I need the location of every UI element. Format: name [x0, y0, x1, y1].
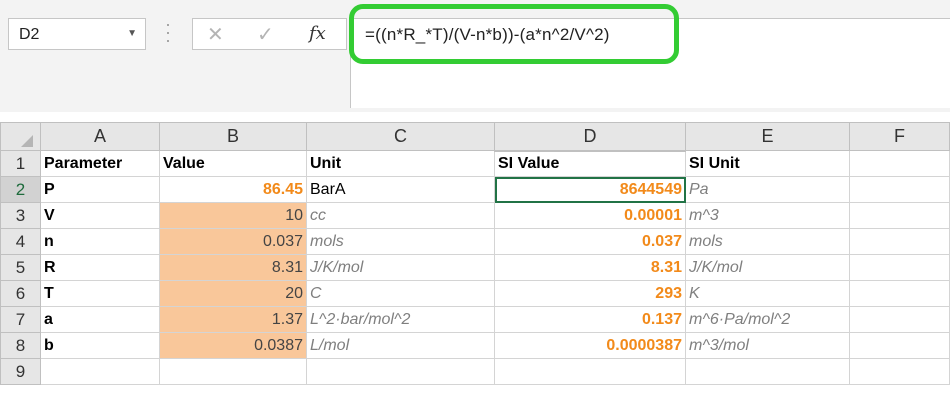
cell-c8[interactable]: L/mol [306, 332, 495, 359]
table-row: 1 Parameter Value Unit SI Value SI Unit [0, 150, 950, 177]
formula-toolbar: D2 ▼ · · · ✕ ✓ fx =((n*R_*T)/(V-n*b))-(a*n… [0, 0, 950, 112]
name-box-value: D2 [19, 26, 40, 43]
cell-c7[interactable]: L^2·bar/mol^2 [306, 306, 495, 333]
cell-f3[interactable] [849, 202, 950, 229]
cell-e5[interactable]: J/K/mol [685, 254, 850, 281]
table-row: 9 [0, 358, 950, 385]
cell-a6[interactable]: T [40, 280, 160, 307]
cancel-icon[interactable]: ✕ [207, 22, 224, 47]
column-header-e[interactable]: E [685, 122, 850, 151]
row-header[interactable]: 8 [0, 332, 41, 359]
cell-d3[interactable]: 0.00001 [494, 202, 686, 229]
cell-c5[interactable]: J/K/mol [306, 254, 495, 281]
enter-icon[interactable]: ✓ [257, 22, 274, 47]
cell-c2[interactable]: BarA [306, 176, 495, 203]
cell-f6[interactable] [849, 280, 950, 307]
cell-d2[interactable]: 8644549 [494, 176, 686, 203]
row-header[interactable]: 5 [0, 254, 41, 281]
cell-a5[interactable]: R [40, 254, 160, 281]
cell-f7[interactable] [849, 306, 950, 333]
drag-handle-icon[interactable]: · · · [165, 15, 171, 49]
column-header-a[interactable]: A [40, 122, 160, 151]
cell-e3[interactable]: m^3 [685, 202, 850, 229]
cell-d8[interactable]: 0.0000387 [494, 332, 686, 359]
name-box[interactable]: D2 ▼ [8, 18, 146, 50]
cell-e1[interactable]: SI Unit [685, 150, 850, 177]
cell-d4[interactable]: 0.037 [494, 228, 686, 255]
cell-b7[interactable]: 1.37 [159, 306, 307, 333]
formula-buttons: ✕ ✓ fx [192, 18, 347, 50]
row-header[interactable]: 4 [0, 228, 41, 255]
cell-e8[interactable]: m^3/mol [685, 332, 850, 359]
table-row: 3 V 10 cc 0.00001 m^3 [0, 202, 950, 229]
cell-b1[interactable]: Value [159, 150, 307, 177]
cell-a8[interactable]: b [40, 332, 160, 359]
table-row: 6 T 20 C 293 K [0, 280, 950, 307]
cell-f8[interactable] [849, 332, 950, 359]
cell-d7[interactable]: 0.137 [494, 306, 686, 333]
cell-b8[interactable]: 0.0387 [159, 332, 307, 359]
column-header-row: A B C D E F [0, 122, 950, 152]
cell-d1[interactable]: SI Value [494, 150, 686, 177]
column-header-b[interactable]: B [159, 122, 307, 151]
row-header[interactable]: 3 [0, 202, 41, 229]
cell-b5[interactable]: 8.31 [159, 254, 307, 281]
cell-c3[interactable]: cc [306, 202, 495, 229]
row-header[interactable]: 9 [0, 358, 41, 385]
cell-a9[interactable] [40, 358, 160, 385]
table-row: 8 b 0.0387 L/mol 0.0000387 m^3/mol [0, 332, 950, 359]
spreadsheet-grid: A B C D E F 1 Parameter Value Unit SI Va… [0, 122, 950, 385]
cell-d9[interactable] [494, 358, 686, 385]
table-row: 4 n 0.037 mols 0.037 mols [0, 228, 950, 255]
cell-f5[interactable] [849, 254, 950, 281]
cell-c6[interactable]: C [306, 280, 495, 307]
table-row: 7 a 1.37 L^2·bar/mol^2 0.137 m^6·Pa/mol^… [0, 306, 950, 333]
cell-e2[interactable]: Pa [685, 176, 850, 203]
cell-a7[interactable]: a [40, 306, 160, 333]
cell-d6[interactable]: 293 [494, 280, 686, 307]
cell-e6[interactable]: K [685, 280, 850, 307]
cell-b2[interactable]: 86.45 [159, 176, 307, 203]
chevron-down-icon[interactable]: ▼ [127, 28, 137, 39]
cell-f1[interactable] [849, 150, 950, 177]
row-header[interactable]: 6 [0, 280, 41, 307]
cell-a3[interactable]: V [40, 202, 160, 229]
select-all-icon [20, 135, 33, 147]
cell-a2[interactable]: P [40, 176, 160, 203]
cell-b6[interactable]: 20 [159, 280, 307, 307]
row-header[interactable]: 2 [0, 176, 41, 203]
cell-b9[interactable] [159, 358, 307, 385]
cell-f4[interactable] [849, 228, 950, 255]
cell-a4[interactable]: n [40, 228, 160, 255]
column-header-c[interactable]: C [306, 122, 495, 151]
row-header[interactable]: 1 [0, 150, 41, 177]
table-row: 2 P 86.45 BarA 8644549 Pa [0, 176, 950, 203]
row-header[interactable]: 7 [0, 306, 41, 333]
cell-b4[interactable]: 0.037 [159, 228, 307, 255]
cell-a1[interactable]: Parameter [40, 150, 160, 177]
column-header-f[interactable]: F [849, 122, 950, 151]
cell-f9[interactable] [849, 358, 950, 385]
cell-e4[interactable]: mols [685, 228, 850, 255]
cell-e9[interactable] [685, 358, 850, 385]
select-all-corner[interactable] [0, 122, 41, 151]
cell-d5[interactable]: 8.31 [494, 254, 686, 281]
cell-c1[interactable]: Unit [306, 150, 495, 177]
cell-c4[interactable]: mols [306, 228, 495, 255]
table-row: 5 R 8.31 J/K/mol 8.31 J/K/mol [0, 254, 950, 281]
cell-c9[interactable] [306, 358, 495, 385]
cell-b3[interactable]: 10 [159, 202, 307, 229]
insert-function-icon[interactable]: fx [309, 23, 326, 44]
column-header-d[interactable]: D [494, 122, 686, 152]
cell-f2[interactable] [849, 176, 950, 203]
cell-e7[interactable]: m^6·Pa/mol^2 [685, 306, 850, 333]
formula-highlight-annotation [349, 4, 679, 64]
